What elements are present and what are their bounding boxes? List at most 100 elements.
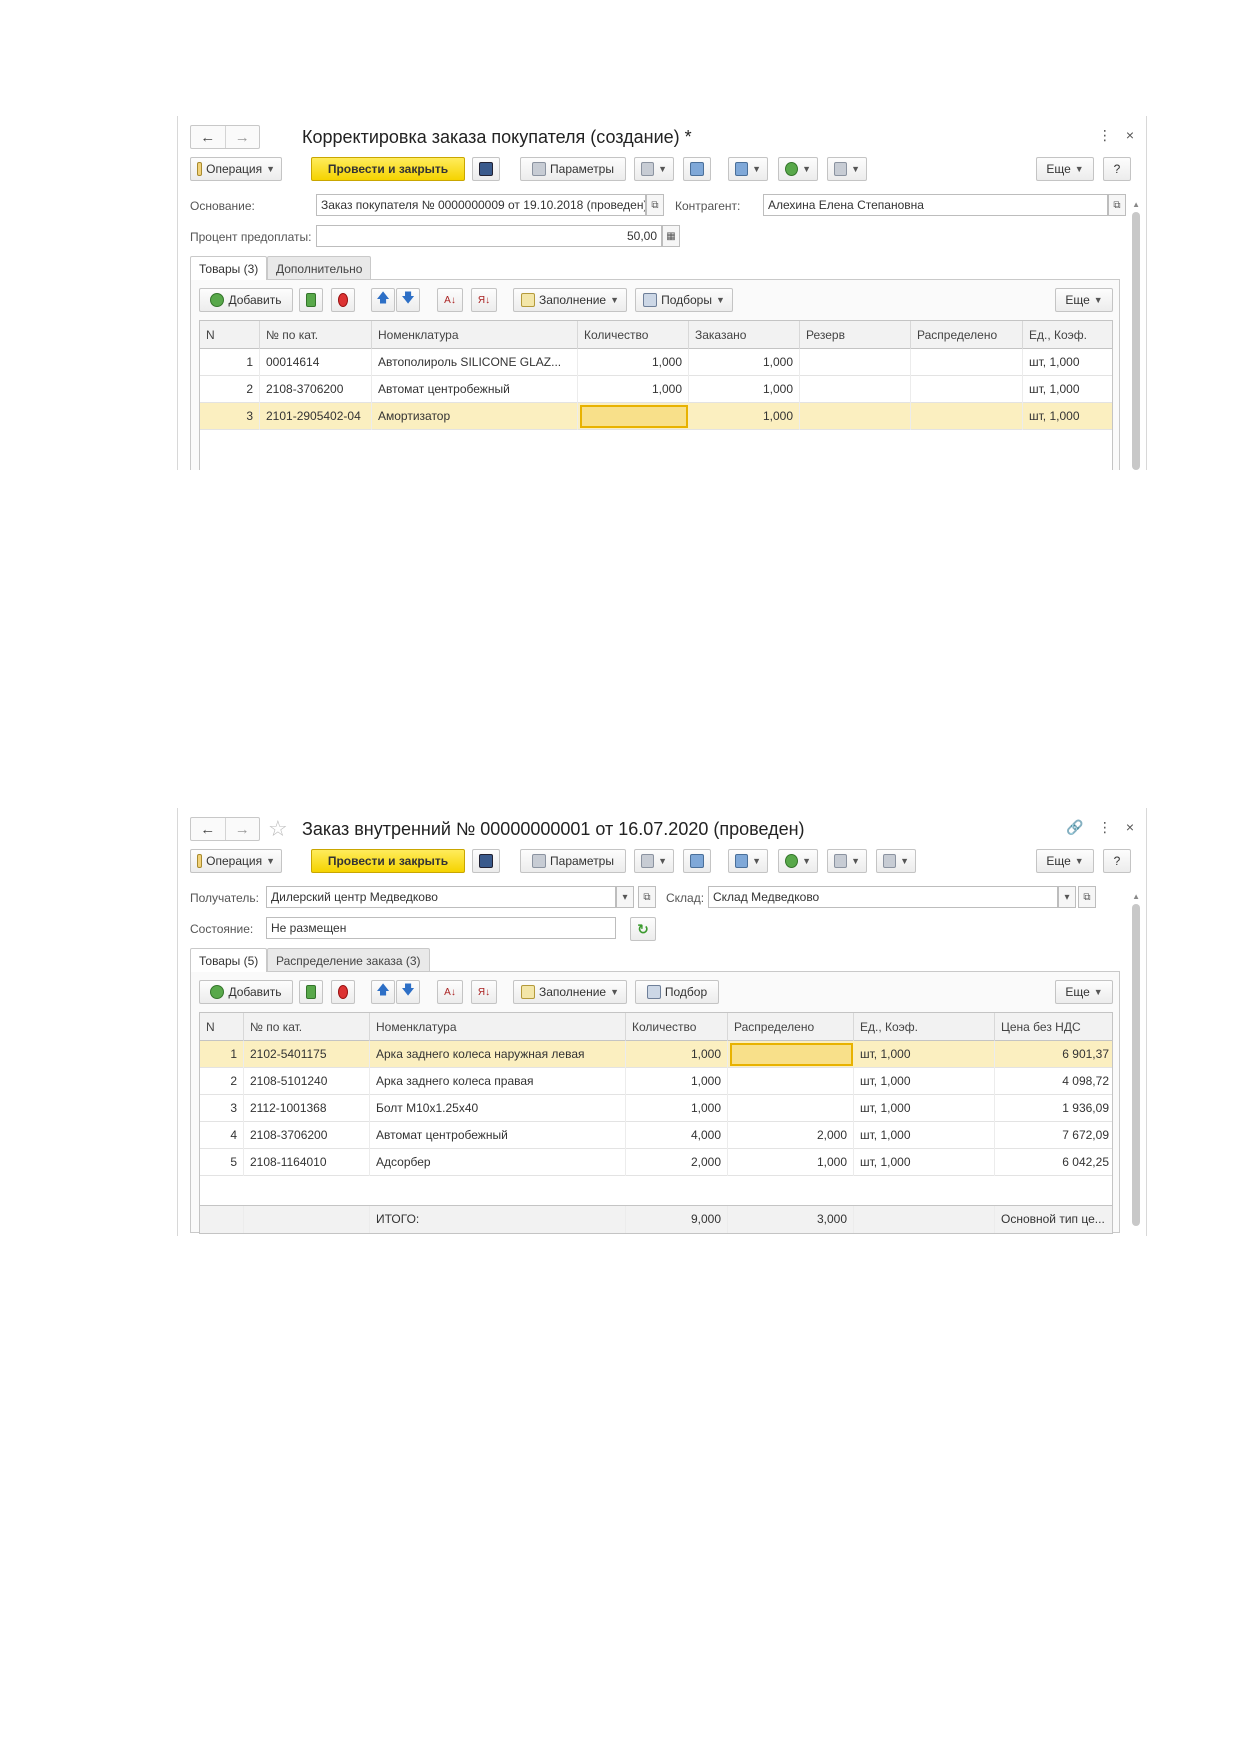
fill-button[interactable]: Заполнение ▼ bbox=[513, 980, 627, 1004]
post-and-close-button[interactable]: Провести и закрыть bbox=[311, 849, 465, 873]
vertical-scrollbar[interactable] bbox=[1132, 904, 1140, 1226]
scroll-up-icon[interactable]: ▲ bbox=[1132, 200, 1140, 209]
col-qty[interactable]: Количество bbox=[626, 1013, 728, 1041]
move-up-button[interactable]: 🡅 bbox=[371, 980, 395, 1004]
move-down-button[interactable]: 🡇 bbox=[396, 288, 420, 312]
copy-button[interactable] bbox=[299, 288, 323, 312]
favorite-star-icon[interactable]: ☆ bbox=[268, 817, 288, 841]
users-button[interactable]: ▼ bbox=[778, 849, 818, 873]
col-reserve[interactable]: Резерв bbox=[800, 321, 911, 349]
sort-desc-button[interactable]: Я↓ bbox=[471, 288, 497, 312]
more-button[interactable]: Еще ▼ bbox=[1036, 849, 1094, 873]
active-cell-qty[interactable] bbox=[580, 405, 688, 428]
table-more-button[interactable]: Еще ▼ bbox=[1055, 288, 1113, 312]
col-name[interactable]: Номенклатура bbox=[372, 321, 578, 349]
col-unit[interactable]: Ед., Коэф. bbox=[1023, 321, 1115, 349]
create-based-button[interactable]: ▼ bbox=[728, 157, 768, 181]
close-icon[interactable]: × bbox=[1126, 127, 1134, 144]
sort-asc-button[interactable]: A↓ bbox=[437, 980, 463, 1004]
parameters-button[interactable]: Параметры bbox=[520, 849, 626, 873]
delete-button[interactable] bbox=[331, 288, 355, 312]
sort-desc-button[interactable]: Я↓ bbox=[471, 980, 497, 1004]
create-based-button[interactable]: ▼ bbox=[728, 849, 768, 873]
table-row[interactable]: 3 2112-1001368 Болт М10х1.25х40 1,000 шт… bbox=[200, 1095, 1112, 1122]
attachments-button[interactable]: ▼ bbox=[876, 849, 916, 873]
help-button[interactable]: ? bbox=[1103, 157, 1131, 181]
col-cat[interactable]: № по кат. bbox=[260, 321, 372, 349]
col-n[interactable]: N bbox=[200, 321, 260, 349]
delete-button[interactable] bbox=[331, 980, 355, 1004]
table-row[interactable]: 2 2108-3706200 Автомат центробежный 1,00… bbox=[200, 376, 1112, 403]
refresh-button[interactable]: ↻ bbox=[630, 917, 656, 941]
scroll-up-icon[interactable]: ▲ bbox=[1132, 892, 1140, 901]
active-cell-distributed[interactable] bbox=[730, 1043, 853, 1066]
basis-field[interactable]: Заказ покупателя № 0000000009 от 19.10.2… bbox=[316, 194, 646, 216]
table-row[interactable]: 4 2108-3706200 Автомат центробежный 4,00… bbox=[200, 1122, 1112, 1149]
more-vertical-icon[interactable]: ⋮ bbox=[1098, 819, 1112, 836]
counterparty-field[interactable]: Алехина Елена Степановна bbox=[763, 194, 1108, 216]
warehouse-field[interactable]: Склад Медведково bbox=[708, 886, 1058, 908]
reports-button[interactable]: ▼ bbox=[827, 849, 867, 873]
col-distributed[interactable]: Распределено bbox=[728, 1013, 854, 1041]
cell-qty[interactable]: 1,000 bbox=[578, 349, 689, 376]
forward-arrow-icon[interactable]: → bbox=[224, 818, 260, 840]
calculator-icon[interactable]: ▦ bbox=[662, 225, 680, 247]
fill-button[interactable]: Заполнение ▼ bbox=[513, 288, 627, 312]
operation-button[interactable]: Операция ▼ bbox=[190, 849, 282, 873]
parameters-button[interactable]: Параметры bbox=[520, 157, 626, 181]
vertical-scrollbar[interactable] bbox=[1132, 212, 1140, 470]
pick-button[interactable]: Подбор bbox=[635, 980, 719, 1004]
structure-button[interactable] bbox=[683, 849, 711, 873]
open-icon[interactable]: ⧉ bbox=[1078, 886, 1096, 908]
back-arrow-icon[interactable]: ← bbox=[191, 126, 225, 148]
col-distributed[interactable]: Распределено bbox=[911, 321, 1023, 349]
table-more-button[interactable]: Еще ▼ bbox=[1055, 980, 1113, 1004]
sort-asc-button[interactable]: A↓ bbox=[437, 288, 463, 312]
open-icon[interactable]: ⧉ bbox=[646, 194, 664, 216]
add-button[interactable]: Добавить bbox=[199, 288, 293, 312]
tab-order-distribution[interactable]: Распределение заказа (3) bbox=[267, 948, 430, 972]
col-qty[interactable]: Количество bbox=[578, 321, 689, 349]
tab-goods[interactable]: Товары (3) bbox=[190, 256, 268, 280]
recipient-field[interactable]: Дилерский центр Медведково bbox=[266, 886, 616, 908]
table-row-selected[interactable]: 1 2102-5401175 Арка заднего колеса наруж… bbox=[200, 1041, 1112, 1068]
back-arrow-icon[interactable]: ← bbox=[191, 818, 225, 840]
print-button[interactable]: ▼ bbox=[634, 849, 674, 873]
table-row[interactable]: 2 2108-5101240 Арка заднего колеса права… bbox=[200, 1068, 1112, 1095]
structure-button[interactable] bbox=[683, 157, 711, 181]
open-icon[interactable]: ⧉ bbox=[1108, 194, 1126, 216]
move-down-button[interactable]: 🡇 bbox=[396, 980, 420, 1004]
dropdown-icon[interactable]: ▾ bbox=[616, 886, 634, 908]
save-button[interactable] bbox=[472, 157, 500, 181]
copy-button[interactable] bbox=[299, 980, 323, 1004]
col-price[interactable]: Цена без НДС bbox=[995, 1013, 1115, 1041]
reports-button[interactable]: ▼ bbox=[827, 157, 867, 181]
print-button[interactable]: ▼ bbox=[634, 157, 674, 181]
col-unit[interactable]: Ед., Коэф. bbox=[854, 1013, 995, 1041]
link-icon[interactable]: 🔗 bbox=[1066, 819, 1083, 836]
tab-additional[interactable]: Дополнительно bbox=[267, 256, 372, 280]
dropdown-icon[interactable]: ▾ bbox=[1058, 886, 1076, 908]
col-name[interactable]: Номенклатура bbox=[370, 1013, 626, 1041]
more-button[interactable]: Еще ▼ bbox=[1036, 157, 1094, 181]
post-and-close-button[interactable]: Провести и закрыть bbox=[311, 157, 465, 181]
pick-button[interactable]: Подборы ▼ bbox=[635, 288, 733, 312]
table-row[interactable]: 5 2108-1164010 Адсорбер 2,000 1,000 шт, … bbox=[200, 1149, 1112, 1176]
table-row-selected[interactable]: 3 2101-2905402-04 Амортизатор 1,000 шт, … bbox=[200, 403, 1112, 430]
col-n[interactable]: N bbox=[200, 1013, 244, 1041]
cell-qty[interactable]: 1,000 bbox=[578, 376, 689, 403]
move-up-button[interactable]: 🡅 bbox=[371, 288, 395, 312]
operation-button[interactable]: Операция ▼ bbox=[190, 157, 282, 181]
tab-goods[interactable]: Товары (5) bbox=[190, 948, 268, 972]
prepay-field[interactable]: 50,00 bbox=[316, 225, 662, 247]
open-icon[interactable]: ⧉ bbox=[638, 886, 656, 908]
add-button[interactable]: Добавить bbox=[199, 980, 293, 1004]
save-button[interactable] bbox=[472, 849, 500, 873]
col-cat[interactable]: № по кат. bbox=[244, 1013, 370, 1041]
col-ordered[interactable]: Заказано bbox=[689, 321, 800, 349]
more-vertical-icon[interactable]: ⋮ bbox=[1098, 127, 1112, 144]
table-row[interactable]: 1 00014614 Автополироль SILICONE GLAZ...… bbox=[200, 349, 1112, 376]
help-button[interactable]: ? bbox=[1103, 849, 1131, 873]
close-icon[interactable]: × bbox=[1126, 819, 1134, 836]
users-button[interactable]: ▼ bbox=[778, 157, 818, 181]
